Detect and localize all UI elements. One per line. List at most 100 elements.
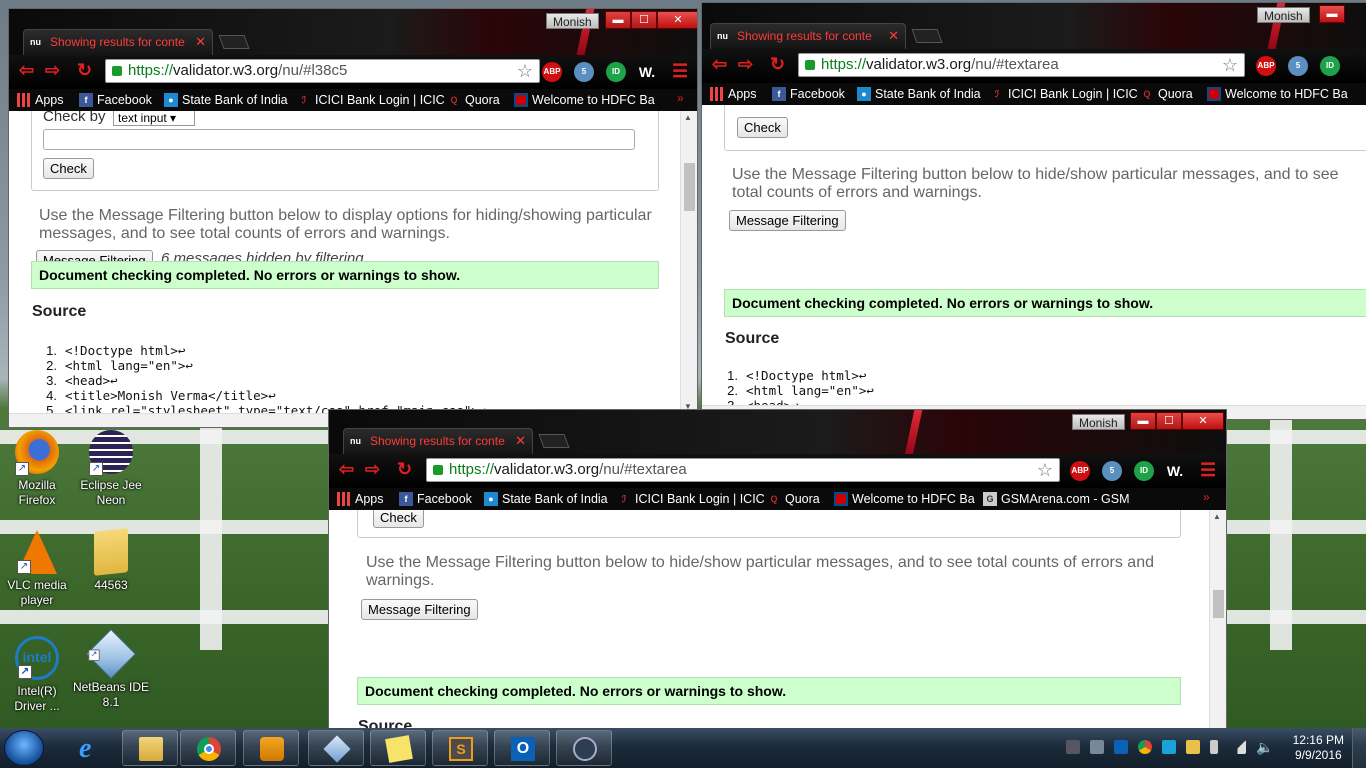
adblock-plus-icon[interactable]: ABP <box>1070 461 1090 481</box>
taskbar-ie[interactable]: e <box>62 730 118 766</box>
taskbar-app[interactable] <box>556 730 612 766</box>
tab-validator[interactable]: nu Showing results for conte ✕ <box>23 29 213 55</box>
address-bar[interactable]: https://validator.w3.org/nu/#textarea ☆ <box>798 53 1245 77</box>
scroll-thumb[interactable] <box>1213 590 1224 618</box>
maximize-button[interactable]: ☐ <box>1156 412 1182 430</box>
minimize-button[interactable]: ▬ <box>1319 5 1345 23</box>
bookmark-apps[interactable]: Apps <box>17 92 64 108</box>
scroll-up-icon[interactable]: ▲ <box>684 113 692 122</box>
close-button[interactable]: ✕ <box>657 11 697 29</box>
profile-button[interactable]: Monish <box>1257 7 1310 23</box>
taskbar-sticky-notes[interactable] <box>370 730 426 766</box>
scroll-up-icon[interactable]: ▲ <box>1213 512 1221 521</box>
bookmark-quora[interactable]: Q Quora <box>447 92 499 108</box>
bookmark-hdfc[interactable]: Welcome to HDFC Ba <box>834 491 975 507</box>
id-extension-icon[interactable]: ID <box>1320 56 1340 76</box>
id-extension-icon[interactable]: ID <box>606 62 626 82</box>
desktop-icon-vlc[interactable]: ↗ VLC media player <box>0 530 77 608</box>
chromebuild-extension-icon[interactable]: 5 <box>1288 56 1308 76</box>
message-filtering-button[interactable]: Message Filtering <box>361 599 478 620</box>
chromebuild-extension-icon[interactable]: 5 <box>574 62 594 82</box>
forward-arrow-icon[interactable]: ⇨ <box>45 60 60 81</box>
tab-close-icon[interactable]: ✕ <box>195 30 206 54</box>
tab-close-icon[interactable]: ✕ <box>515 429 526 453</box>
taskbar-media-player[interactable] <box>243 730 299 766</box>
url-input[interactable] <box>43 129 635 150</box>
address-bar[interactable]: https://validator.w3.org/nu/#l38c5 ☆ <box>105 59 540 83</box>
taskbar-file-explorer[interactable] <box>122 730 178 766</box>
new-tab-button[interactable] <box>538 434 570 448</box>
bookmark-facebook[interactable]: f Facebook <box>79 92 152 108</box>
check-button[interactable]: Check <box>43 158 94 179</box>
address-bar[interactable]: https://validator.w3.org/nu/#textarea ☆ <box>426 458 1060 482</box>
bookmark-sbi[interactable]: ● State Bank of India <box>484 491 608 507</box>
desktop-icon-firefox[interactable]: ↗ Mozilla Firefox <box>0 430 77 508</box>
scroll-thumb[interactable] <box>684 163 695 211</box>
bookmark-facebook[interactable]: f Facebook <box>772 86 845 102</box>
desktop-icon-folder[interactable]: 44563 <box>71 528 151 593</box>
profile-button[interactable]: Monish <box>1072 414 1125 430</box>
bookmark-quora[interactable]: Q Quora <box>1140 86 1192 102</box>
tab-validator[interactable]: nu Showing results for conte ✕ <box>343 428 533 454</box>
bookmark-star-icon[interactable]: ☆ <box>1222 54 1238 76</box>
show-desktop-button[interactable] <box>1352 728 1366 768</box>
forward-arrow-icon[interactable]: ⇨ <box>738 54 753 75</box>
minimize-button[interactable]: ▬ <box>1130 412 1156 430</box>
new-tab-button[interactable] <box>218 35 250 49</box>
cloud-tray-icon[interactable] <box>1162 740 1176 754</box>
id-extension-icon[interactable]: ID <box>1134 461 1154 481</box>
check-button[interactable]: Check <box>373 510 424 528</box>
adblock-plus-icon[interactable]: ABP <box>1256 56 1276 76</box>
taskbar-chrome[interactable] <box>180 730 236 766</box>
bookmark-quora[interactable]: Q Quora <box>767 491 819 507</box>
bookmark-icici[interactable]: ℐ ICICI Bank Login | ICIC <box>617 491 765 507</box>
check-by-select[interactable]: text input ▾ <box>113 111 195 126</box>
chrome-menu-icon[interactable]: ☰ <box>1200 460 1216 481</box>
check-button[interactable]: Check <box>737 117 788 138</box>
chrome-menu-icon[interactable]: ☰ <box>672 61 688 82</box>
bookmark-icici[interactable]: ℐ ICICI Bank Login | ICIC <box>990 86 1138 102</box>
bookmark-sbi[interactable]: ● State Bank of India <box>164 92 288 108</box>
battery-icon[interactable] <box>1210 740 1218 754</box>
desktop-icon-netbeans[interactable]: ↗ NetBeans IDE 8.1 <box>71 629 151 710</box>
tab-close-icon[interactable]: ✕ <box>888 24 899 48</box>
shield-tray-icon[interactable] <box>1186 740 1200 754</box>
signal-icon[interactable] <box>1232 740 1246 754</box>
clock[interactable]: 12:16 PM 9/9/2016 <box>1293 733 1344 763</box>
bookmark-sbi[interactable]: ● State Bank of India <box>857 86 981 102</box>
reload-icon[interactable]: ↻ <box>397 459 412 480</box>
profile-button[interactable]: Monish <box>546 13 599 29</box>
bookmark-icici[interactable]: ℐ ICICI Bank Login | ICIC <box>297 92 445 108</box>
outlook-tray-icon[interactable] <box>1114 740 1128 754</box>
bookmark-hdfc[interactable]: Welcome to HDFC Ba <box>1207 86 1348 102</box>
message-filtering-button[interactable]: Message Filtering <box>729 210 846 231</box>
close-button[interactable]: ✕ <box>1182 412 1224 430</box>
network-adapter-icon[interactable] <box>1066 740 1080 754</box>
tab-validator[interactable]: nu Showing results for conte ✕ <box>710 23 906 49</box>
desktop-icon-eclipse[interactable]: ↗ Eclipse Jee Neon <box>71 430 151 508</box>
chromebuild-extension-icon[interactable]: 5 <box>1102 461 1122 481</box>
w-extension-icon[interactable]: W. <box>637 62 657 82</box>
desktop-icon-intel[interactable]: intel ↗ Intel(R) Driver ... <box>0 636 77 714</box>
volume-icon[interactable]: 🔈 <box>1256 740 1273 754</box>
forward-arrow-icon[interactable]: ⇨ <box>365 459 380 480</box>
bookmark-star-icon[interactable]: ☆ <box>1037 459 1053 481</box>
back-arrow-icon[interactable]: ⇦ <box>339 459 354 480</box>
bookmark-facebook[interactable]: f Facebook <box>399 491 472 507</box>
maximize-button[interactable]: ☐ <box>631 11 657 29</box>
taskbar-outlook[interactable]: O <box>494 730 550 766</box>
bookmark-apps[interactable]: Apps <box>337 491 384 507</box>
adblock-plus-icon[interactable]: ABP <box>542 62 562 82</box>
bookmarks-overflow-icon[interactable]: » <box>677 91 684 105</box>
tray-app-icon[interactable] <box>1090 740 1104 754</box>
bookmark-gsmarena[interactable]: G GSMArena.com - GSM <box>983 491 1130 507</box>
w-extension-icon[interactable]: W. <box>1165 461 1185 481</box>
bookmark-apps[interactable]: Apps <box>710 86 757 102</box>
bookmark-hdfc[interactable]: Welcome to HDFC Ba <box>514 92 655 108</box>
new-tab-button[interactable] <box>911 29 943 43</box>
back-arrow-icon[interactable]: ⇦ <box>712 54 727 75</box>
reload-icon[interactable]: ↻ <box>77 60 92 81</box>
minimize-button[interactable]: ▬ <box>605 11 631 29</box>
reload-icon[interactable]: ↻ <box>770 54 785 75</box>
bookmarks-overflow-icon[interactable]: » <box>1203 490 1210 504</box>
